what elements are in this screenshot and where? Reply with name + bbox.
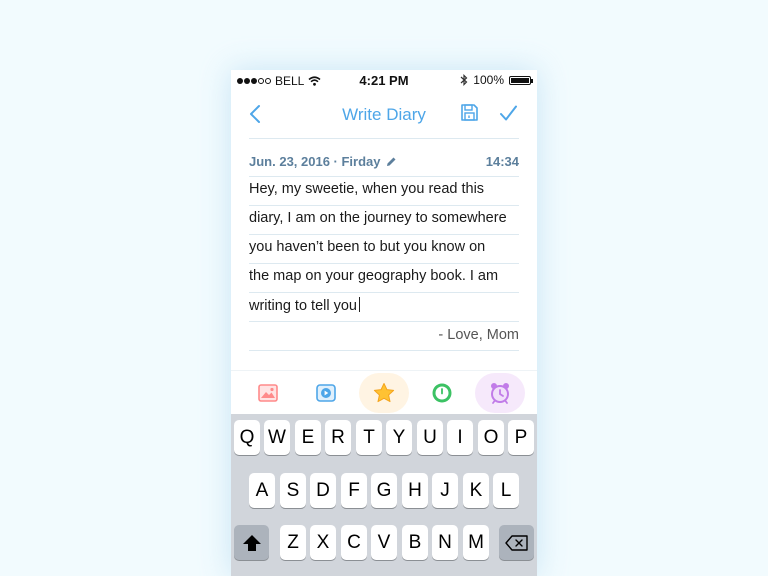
attachment-toolbar [231, 370, 537, 415]
key-e[interactable]: E [295, 420, 321, 455]
key-x[interactable]: X [310, 525, 336, 560]
key-j[interactable]: J [432, 473, 458, 508]
page-title: Write Diary [342, 105, 426, 124]
divider [249, 205, 519, 206]
divider [249, 234, 519, 235]
key-z[interactable]: Z [280, 525, 306, 560]
key-t[interactable]: T [356, 420, 382, 455]
entry-text-line[interactable]: Hey, my sweetie, when you read this [249, 181, 519, 201]
clock-icon [432, 383, 452, 403]
entry-date: Jun. 23, 2016 · Firday [249, 154, 381, 169]
key-m[interactable]: M [463, 525, 489, 560]
battery-icon [509, 75, 533, 85]
key-n[interactable]: N [432, 525, 458, 560]
divider [249, 263, 519, 264]
key-u[interactable]: U [417, 420, 443, 455]
entry-text-line[interactable]: you haven’t been to but you know on [249, 239, 519, 259]
delete-key[interactable] [499, 525, 534, 560]
done-button[interactable] [499, 104, 518, 127]
divider [249, 321, 519, 322]
divider [249, 138, 519, 139]
text-cursor [359, 297, 360, 312]
key-c[interactable]: C [341, 525, 367, 560]
bluetooth-icon [460, 74, 468, 86]
mood-tool-button[interactable] [359, 373, 409, 413]
alarm-tool-button[interactable] [475, 373, 525, 413]
key-d[interactable]: D [310, 473, 336, 508]
divider [249, 292, 519, 293]
key-w[interactable]: W [264, 420, 290, 455]
shift-key[interactable] [234, 525, 269, 560]
backspace-icon [504, 534, 528, 551]
image-icon [258, 384, 278, 402]
key-g[interactable]: G [371, 473, 397, 508]
checkmark-icon [500, 105, 517, 121]
key-r[interactable]: R [325, 420, 351, 455]
time-tool-button[interactable] [417, 373, 467, 413]
status-bar: BELL 4:21 PM 100% [231, 70, 537, 90]
entry-header: Jun. 23, 2016 · Firday 14:34 [249, 154, 519, 172]
key-o[interactable]: O [478, 420, 504, 455]
key-p[interactable]: P [508, 420, 534, 455]
alarm-icon [491, 383, 509, 404]
entry-time: 14:34 [485, 154, 519, 169]
video-tool-button[interactable] [301, 373, 351, 413]
entry-date-edit[interactable]: Jun. 23, 2016 · Firday [249, 154, 397, 169]
entry-text-line[interactable]: diary, I am on the journey to somewhere [249, 210, 519, 230]
keyboard: Q W E R T Y U I O P A S D F G H J K L Z … [231, 414, 537, 576]
divider [249, 350, 519, 351]
key-i[interactable]: I [447, 420, 473, 455]
key-v[interactable]: V [371, 525, 397, 560]
entry-text: writing to tell you [249, 298, 357, 314]
entry-text-line[interactable]: the map on your geography book. I am [249, 268, 519, 288]
key-h[interactable]: H [402, 473, 428, 508]
key-a[interactable]: A [249, 473, 275, 508]
star-icon [373, 383, 395, 403]
entry-signature: - Love, Mom [438, 327, 519, 343]
key-b[interactable]: B [402, 525, 428, 560]
floppy-disk-icon [461, 104, 478, 121]
play-icon [316, 384, 336, 402]
shift-arrow-icon [242, 534, 261, 551]
battery-percent: 100% [473, 73, 504, 87]
pencil-icon [386, 157, 396, 166]
key-s[interactable]: S [280, 473, 306, 508]
status-right: 100% [460, 73, 533, 87]
save-button[interactable] [460, 103, 479, 127]
key-l[interactable]: L [493, 473, 519, 508]
image-tool-button[interactable] [243, 373, 293, 413]
entry-text-line-active[interactable]: writing to tell you [249, 297, 519, 317]
key-k[interactable]: K [463, 473, 489, 508]
key-q[interactable]: Q [234, 420, 260, 455]
key-y[interactable]: Y [386, 420, 412, 455]
phone-screen: BELL 4:21 PM 100% Write Diary Jun. 23, 2… [231, 70, 537, 576]
key-f[interactable]: F [341, 473, 367, 508]
navigation-bar: Write Diary [231, 92, 537, 136]
divider [249, 176, 519, 177]
